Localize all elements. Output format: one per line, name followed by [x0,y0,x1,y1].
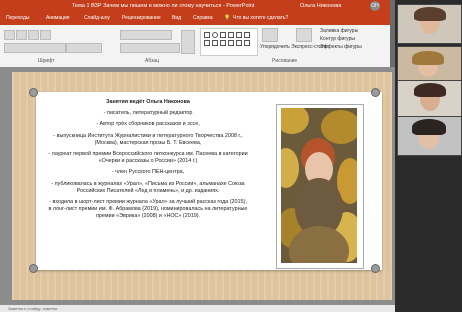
bio-line: - писатель, литературный редактор [103,110,193,117]
bio-line: - входила в шорт-лист премии журнала «Ур… [48,199,248,220]
font-color-buttons[interactable] [66,43,102,53]
line-shape-icon[interactable] [220,32,226,38]
list-buttons[interactable] [120,30,172,40]
shape-effects-button[interactable]: Эффекты фигуры [320,44,362,50]
shape-fill-button[interactable]: Заливка фигуры [320,28,358,34]
slide-text-box[interactable]: Занятия ведёт Ольга Никонова - писатель,… [48,99,248,225]
bio-line: - лауреат первой премии Всероссийского л… [48,151,248,165]
user-name[interactable]: Ольга Никонова [300,0,341,12]
tab-review[interactable]: Рецензирование [122,12,161,25]
bio-line: - выпускница Института Журналистики и ли… [53,132,243,146]
bio-line: - публиковалась в журналах «Урал», «Пись… [51,180,245,194]
lightbulb-icon: 💡 [224,15,231,21]
title-bar: Тема 1 ВЗР Зачем мы пишем и можно ли это… [0,0,390,12]
rectangle-shape-icon[interactable] [204,32,210,38]
bio-line: - Автор трёх сборников рассказов и эссе, [96,121,200,128]
status-bar: Заметки к слайду: заметки [0,305,395,312]
pin-icon [29,88,38,97]
group-label-font: Шрифт [38,58,55,64]
tab-view[interactable]: Вид [172,12,181,25]
font-shrink-icon[interactable] [28,30,39,40]
text-direction-icon[interactable] [181,30,195,54]
more-shapes-icon[interactable] [244,40,250,46]
slide-heading: Занятия ведёт Ольга Никонова [106,99,190,105]
shapes-gallery[interactable] [200,28,258,56]
arrange-icon[interactable] [262,28,278,42]
tab-slideshow[interactable]: Слайд-шоу [84,12,110,25]
align-buttons[interactable] [120,43,180,53]
tab-transitions[interactable]: Переходы [6,12,29,25]
group-label-drawing: Рисование [272,58,298,64]
shape-outline-button[interactable]: Контур фигуры [320,36,355,42]
bio-line: - член Русского ПЕН-центра, [111,169,185,176]
window-title: Тема 1 ВЗР Зачем мы пишем и можно ли это… [72,3,255,9]
callout-shape-icon[interactable] [212,40,218,46]
font-size-icon[interactable] [4,30,15,40]
clear-format-icon[interactable] [40,30,51,40]
star-shape-icon[interactable] [244,32,250,38]
arrow-shape-icon[interactable] [228,32,234,38]
author-photo[interactable] [281,108,357,263]
tab-animations[interactable]: Анимация [46,12,69,25]
notes-label[interactable]: Заметки к слайду: заметки [8,305,57,312]
curve-shape-icon[interactable] [220,40,226,46]
ribbon-tabs: Переходы Анимация Слайд-шоу Рецензирован… [0,12,390,25]
flowchart-shape-icon[interactable] [236,40,242,46]
user-avatar[interactable]: ОН [370,1,380,11]
brace-shape-icon[interactable] [204,40,210,46]
group-label-paragraph: Абзац [145,58,160,64]
tell-me-input[interactable]: Что вы хотите сделать? [233,12,288,25]
participant-video[interactable] [397,80,462,120]
pin-icon [371,264,380,273]
participant-video[interactable] [397,4,462,44]
participant-video[interactable] [397,116,462,156]
block-arrow-icon[interactable] [228,40,234,46]
quick-styles-icon[interactable] [296,28,312,42]
font-style-buttons[interactable] [4,43,66,53]
tab-help[interactable]: Справка [193,12,213,25]
pin-icon [371,88,380,97]
oval-shape-icon[interactable] [212,32,218,38]
ribbon: Шрифт Абзац Упорядочить Экспресс-стили З… [0,25,390,68]
arrange-button[interactable]: Упорядочить [260,44,290,50]
font-grow-icon[interactable] [16,30,27,40]
pin-icon [29,264,38,273]
triangle-shape-icon[interactable] [236,32,242,38]
